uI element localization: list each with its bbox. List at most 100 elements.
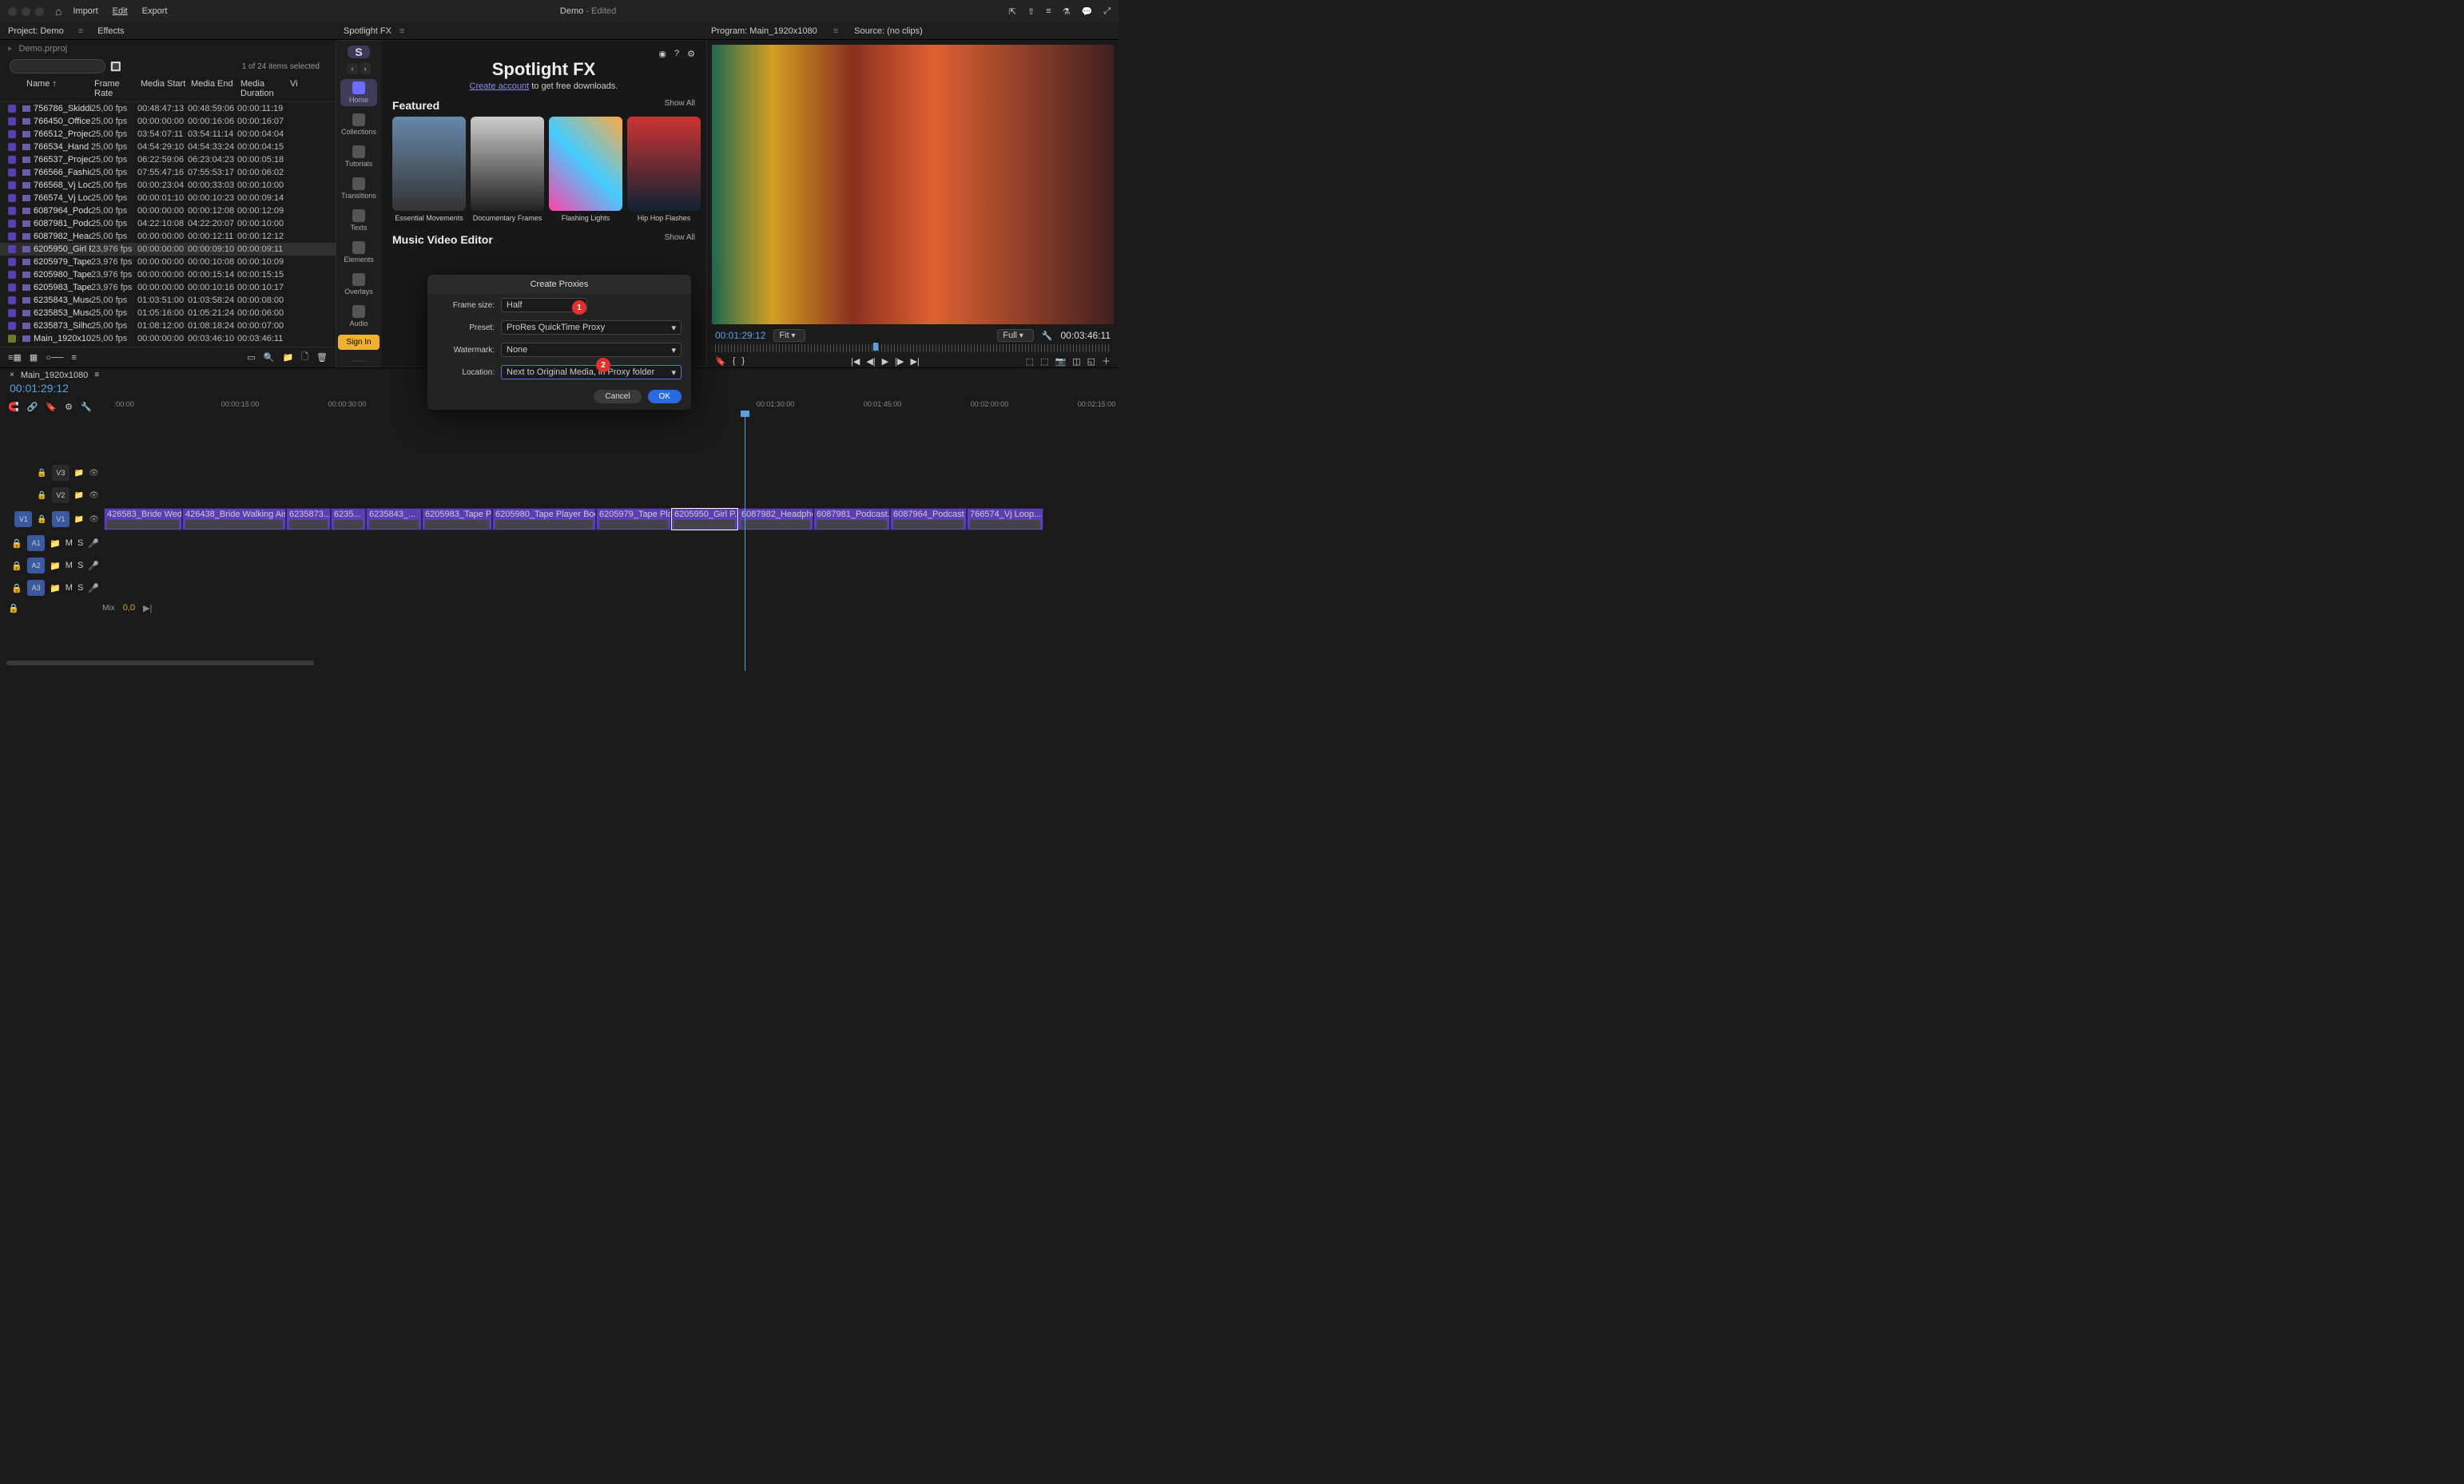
timeline-clip[interactable]: 6205980_Tape Player Boombox B... [492, 508, 596, 530]
bin-name[interactable]: Demo.prproj [19, 44, 68, 54]
timeline-clip[interactable]: 6205983_Tape Play... [422, 508, 492, 530]
program-scrubber[interactable] [715, 344, 1111, 352]
tab-export[interactable]: Export [142, 6, 168, 16]
lock-icon[interactable]: 🔒 [37, 491, 46, 500]
track-a2[interactable]: A2 [27, 557, 45, 573]
nav-back[interactable]: ‹ [347, 63, 358, 74]
project-row[interactable]: 6087981_Podc25,00 fps04:22:10:0804:22:20… [0, 217, 336, 230]
help-icon[interactable]: ? [674, 49, 679, 59]
new-bin-icon[interactable]: 🔳 [110, 62, 121, 72]
settings-icon[interactable]: ⚙ [65, 402, 73, 412]
project-row[interactable]: Main_1920x1025,00 fps00:00:00:0000:03:46… [0, 332, 336, 345]
project-row[interactable]: 6235853_Musc25,00 fps01:05:16:0001:05:21… [0, 307, 336, 319]
spotlight-card[interactable]: Flashing Lights [549, 117, 622, 222]
show-all-link[interactable]: Show All [665, 233, 695, 246]
col-mediaend[interactable]: Media End [191, 79, 240, 98]
project-row[interactable]: 6235843_Musc25,00 fps01:03:51:0001:03:58… [0, 294, 336, 307]
tab-edit[interactable]: Edit [113, 6, 128, 16]
project-row[interactable]: 766450_Office25,00 fps00:00:00:0000:00:1… [0, 115, 336, 128]
project-row[interactable]: 766568_Vj Loo25,00 fps00:00:23:0400:00:3… [0, 179, 336, 192]
timeline-clip[interactable]: 6087982_Headpho... [738, 508, 813, 530]
lift-icon[interactable]: ⬚ [1026, 356, 1034, 367]
timeline-clip[interactable]: 426583_Bride Wedding... [104, 508, 182, 530]
preset-select[interactable]: ProRes QuickTime Proxy▾ [501, 320, 682, 335]
spotlight-card[interactable]: Documentary Frames [471, 117, 544, 222]
timeline-clip[interactable]: 6205950_Girl P... [671, 508, 738, 530]
timeline-clip[interactable]: 6235843_... [366, 508, 422, 530]
ok-button[interactable]: OK [648, 390, 682, 403]
window-controls[interactable] [8, 7, 44, 16]
timeline-clip[interactable]: 766574_Vj Loop... [967, 508, 1043, 530]
tab-import[interactable]: Import [73, 6, 97, 16]
timeline-panel[interactable]: 🔒V3📁👁 🔒V2📁👁 V1🔒V1📁👁 426583_Bride Wedding… [0, 415, 1119, 671]
fit-select[interactable]: Fit ▾ [773, 329, 805, 342]
col-framerate[interactable]: Frame Rate [94, 79, 141, 98]
snap-icon[interactable]: 🧲 [8, 402, 19, 412]
project-row[interactable]: 6235873_Silho25,00 fps01:08:12:0001:08:1… [0, 319, 336, 332]
nav-fwd[interactable]: › [360, 63, 371, 74]
delete-icon[interactable]: 🗑 [316, 352, 328, 363]
project-row[interactable]: 756786_Skiddi25,00 fps00:48:47:1300:48:5… [0, 102, 336, 115]
timeline-hscroll[interactable] [6, 661, 314, 665]
find-icon[interactable]: 🔍 [264, 352, 275, 363]
home-icon[interactable]: ⌂ [55, 5, 62, 18]
col-mediastart[interactable]: Media Start [141, 79, 191, 98]
watermark-select[interactable]: None▾ [501, 343, 682, 357]
spotlight-panel-tab[interactable]: Spotlight FX [344, 26, 391, 36]
link-icon[interactable]: 🔗 [27, 402, 38, 412]
beaker-icon[interactable]: ⚗ [1063, 6, 1071, 17]
side-menu-icon[interactable] [351, 359, 367, 362]
project-row[interactable]: 766512_Projec25,00 fps03:54:07:1103:54:1… [0, 128, 336, 141]
program-timecode[interactable]: 00:01:29:12 [715, 330, 765, 341]
step-fwd-icon[interactable]: |▶ [895, 356, 904, 367]
side-texts[interactable]: Texts [340, 207, 377, 234]
track-a3[interactable]: A3 [27, 580, 45, 596]
create-account-link[interactable]: Create account [470, 81, 530, 91]
side-elements[interactable]: Elements [340, 239, 377, 266]
marker-icon[interactable]: 🔖 [715, 356, 726, 367]
mark-in-icon[interactable]: { [733, 356, 736, 366]
timeline-clip[interactable]: 6235... [331, 508, 366, 530]
extract-icon[interactable]: ⬚ [1040, 356, 1048, 367]
project-row[interactable]: 6205950_Girl P23,976 fps00:00:00:0000:00… [0, 243, 336, 256]
project-row[interactable]: 766574_Vj Loo25,00 fps00:00:01:1000:00:1… [0, 192, 336, 204]
timeline-clip[interactable]: 426438_Bride Walking Aisle Gay... [182, 508, 286, 530]
side-home[interactable]: Home [340, 79, 377, 106]
wrench-icon[interactable]: 🔧 [1042, 331, 1053, 341]
program-panel-tab[interactable]: Program: Main_1920x1080 [711, 26, 817, 36]
side-audio[interactable]: Audio [340, 303, 377, 330]
project-row[interactable]: 766566_Fashio25,00 fps07:55:47:1607:55:5… [0, 166, 336, 179]
automate-icon[interactable]: ▭ [247, 352, 255, 363]
mark-out-icon[interactable]: } [741, 356, 745, 366]
project-row[interactable]: 766534_Hand25,00 fps04:54:29:1004:54:33:… [0, 141, 336, 153]
list-view-icon[interactable]: ≡▦ [8, 352, 22, 363]
freeform-icon[interactable]: ▦ [30, 352, 38, 363]
go-to-in-icon[interactable]: |◀ [851, 356, 860, 367]
source-panel-tab[interactable]: Source: (no clips) [854, 26, 923, 36]
timeline-clip[interactable]: 6087981_Podcast... [813, 508, 890, 530]
quick-export-icon[interactable]: ⇱ [1009, 6, 1016, 17]
sort-icon[interactable]: ≡ [71, 353, 76, 363]
mix-track[interactable]: Mix [27, 604, 115, 613]
spotlight-card[interactable]: Essential Movements [392, 117, 466, 222]
program-video[interactable] [712, 45, 1114, 324]
project-panel-tab[interactable]: Project: Demo [8, 26, 64, 36]
new-bin-icon[interactable]: 📁 [282, 352, 293, 363]
workspace-icon[interactable]: ≡ [1046, 6, 1051, 17]
source-v1[interactable]: V1 [14, 511, 32, 527]
project-row[interactable]: 6087964_Podc25,00 fps00:00:00:0000:00:12… [0, 204, 336, 217]
side-tutorials[interactable]: Tutorials [340, 143, 377, 170]
compare-icon[interactable]: ◫ [1072, 356, 1080, 367]
track-a1[interactable]: A1 [27, 535, 45, 551]
new-item-icon[interactable]: 🗋 [301, 350, 308, 365]
fullscreen-icon[interactable]: ⤢ [1103, 6, 1111, 17]
resolution-select[interactable]: Full ▾ [997, 329, 1034, 342]
track-v1[interactable]: V1 [52, 511, 70, 527]
side-collections[interactable]: Collections [340, 111, 377, 138]
go-to-out-icon[interactable]: ▶| [910, 356, 919, 367]
gear-icon[interactable]: ⚙ [687, 49, 695, 59]
proxy-icon[interactable]: ◱ [1087, 356, 1095, 367]
signin-button[interactable]: Sign In [338, 335, 379, 350]
lock-icon[interactable]: 🔒 [37, 469, 46, 478]
project-row[interactable]: 766537_Projec25,00 fps06:22:59:0606:23:0… [0, 153, 336, 166]
